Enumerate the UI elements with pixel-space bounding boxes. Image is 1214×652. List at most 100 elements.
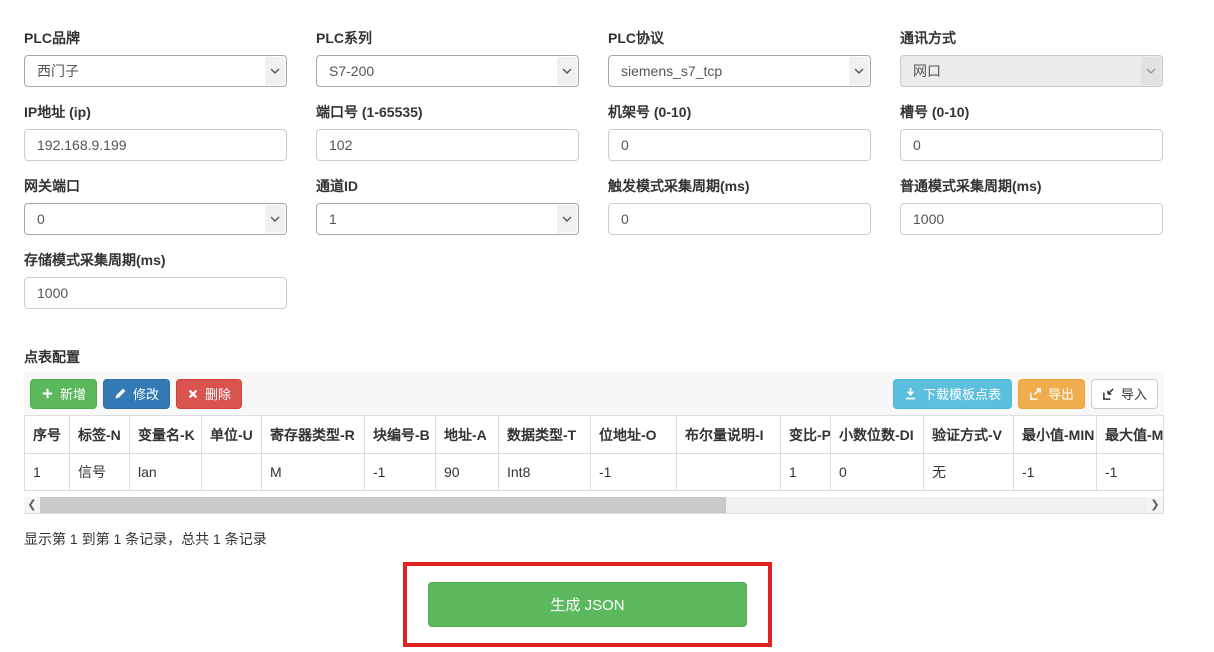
delete-button-label: 删除 xyxy=(205,384,231,403)
scrollbar-thumb[interactable] xyxy=(40,497,726,513)
plc-series-value: S7-200 xyxy=(329,63,374,79)
download-template-label: 下载模板点表 xyxy=(923,384,1001,403)
col-header-index: 序号 xyxy=(25,416,70,454)
form-group-comm-method: 通讯方式 网口 xyxy=(900,28,1163,87)
col-header-bitaddress: 位地址-O xyxy=(591,416,677,454)
cell-validation: 无 xyxy=(924,454,1014,491)
table-header-row: 序号 标签-N 变量名-K 单位-U 寄存器类型-R 块编号-B 地址-A 数据… xyxy=(25,416,1165,454)
add-button[interactable]: 新增 xyxy=(30,379,97,409)
form-group-plc-protocol: PLC协议 siemens_s7_tcp xyxy=(608,28,871,87)
col-header-blockno: 块编号-B xyxy=(365,416,436,454)
form-group-plc-brand: PLC品牌 西门子 xyxy=(24,28,287,87)
ip-address-input[interactable] xyxy=(24,129,287,161)
chevron-down-icon xyxy=(265,57,285,85)
plus-icon xyxy=(41,387,54,400)
form-group-port: 端口号 (1-65535) xyxy=(316,102,579,161)
chevron-down-icon xyxy=(557,205,577,233)
plc-connection-form: PLC品牌 西门子 PLC系列 S7-200 PLC协议 siemens_s7_… xyxy=(24,28,1164,309)
point-table-toolbar: 新增 修改 删除 下载模板点表 导出 xyxy=(24,372,1164,415)
horizontal-scrollbar[interactable]: ❮ ❯ xyxy=(24,497,1163,513)
form-group-ip-address: IP地址 (ip) xyxy=(24,102,287,161)
form-group-trigger-period: 触发模式采集周期(ms) xyxy=(608,176,871,235)
export-button[interactable]: 导出 xyxy=(1018,379,1085,409)
chevron-down-icon xyxy=(849,57,869,85)
x-icon xyxy=(187,388,199,400)
form-group-rack-number: 机架号 (0-10) xyxy=(608,102,871,161)
comm-method-label: 通讯方式 xyxy=(900,28,1163,48)
cell-min: -1 xyxy=(1014,454,1097,491)
download-icon xyxy=(904,387,917,400)
form-group-plc-series: PLC系列 S7-200 xyxy=(316,28,579,87)
storage-period-input[interactable] xyxy=(24,277,287,309)
pencil-icon xyxy=(114,387,127,400)
slot-number-label: 槽号 (0-10) xyxy=(900,102,1163,122)
rack-number-input[interactable] xyxy=(608,129,871,161)
delete-button[interactable]: 删除 xyxy=(176,379,242,409)
gateway-port-select[interactable]: 0 xyxy=(24,203,287,235)
trigger-period-label: 触发模式采集周期(ms) xyxy=(608,176,871,196)
col-header-max: 最大值-MAX xyxy=(1097,416,1165,454)
port-label: 端口号 (1-65535) xyxy=(316,102,579,122)
col-header-varname: 变量名-K xyxy=(130,416,202,454)
import-button-label: 导入 xyxy=(1121,384,1147,403)
table-row[interactable]: 1 信号 lan M -1 90 Int8 -1 1 0 无 -1 -1 xyxy=(25,454,1165,491)
plc-protocol-value: siemens_s7_tcp xyxy=(621,63,722,79)
point-table-title: 点表配置 xyxy=(24,347,80,367)
slot-number-input[interactable] xyxy=(900,129,1163,161)
form-group-gateway-port: 网关端口 0 xyxy=(24,176,287,235)
gateway-port-value: 0 xyxy=(37,211,45,227)
plc-series-select[interactable]: S7-200 xyxy=(316,55,579,87)
channel-id-value: 1 xyxy=(329,211,337,227)
plc-brand-label: PLC品牌 xyxy=(24,28,287,48)
col-header-min: 最小值-MIN xyxy=(1014,416,1097,454)
scrollbar-track[interactable] xyxy=(40,497,1147,513)
plc-config-page: PLC品牌 西门子 PLC系列 S7-200 PLC协议 siemens_s7_… xyxy=(0,0,1214,652)
trigger-period-input[interactable] xyxy=(608,203,871,235)
form-group-storage-period: 存储模式采集周期(ms) xyxy=(24,250,287,309)
form-group-slot-number: 槽号 (0-10) xyxy=(900,102,1163,161)
edit-button[interactable]: 修改 xyxy=(103,379,170,409)
cell-blockno: -1 xyxy=(365,454,436,491)
plc-brand-select[interactable]: 西门子 xyxy=(24,55,287,87)
scroll-right-arrow-icon[interactable]: ❯ xyxy=(1147,497,1163,513)
point-table: 序号 标签-N 变量名-K 单位-U 寄存器类型-R 块编号-B 地址-A 数据… xyxy=(24,415,1164,491)
download-template-button[interactable]: 下载模板点表 xyxy=(893,379,1012,409)
col-header-regtype: 寄存器类型-R xyxy=(262,416,365,454)
edit-button-label: 修改 xyxy=(133,384,159,403)
plc-brand-value: 西门子 xyxy=(37,61,79,81)
plc-series-label: PLC系列 xyxy=(316,28,579,48)
port-input[interactable] xyxy=(316,129,579,161)
form-group-channel-id: 通道ID 1 xyxy=(316,176,579,235)
cell-varname: lan xyxy=(130,454,202,491)
plc-protocol-select[interactable]: siemens_s7_tcp xyxy=(608,55,871,87)
cell-address: 90 xyxy=(436,454,499,491)
col-header-tag: 标签-N xyxy=(70,416,130,454)
storage-period-label: 存储模式采集周期(ms) xyxy=(24,250,287,270)
generate-json-button[interactable]: 生成 JSON xyxy=(428,582,747,627)
add-button-label: 新增 xyxy=(60,384,86,403)
import-icon xyxy=(1102,387,1115,400)
col-header-decimals: 小数位数-DI xyxy=(831,416,924,454)
rack-number-label: 机架号 (0-10) xyxy=(608,102,871,122)
normal-period-input[interactable] xyxy=(900,203,1163,235)
form-group-normal-period: 普通模式采集周期(ms) xyxy=(900,176,1163,235)
cell-max: -1 xyxy=(1097,454,1165,491)
cell-unit xyxy=(202,454,262,491)
cell-booldesc xyxy=(677,454,781,491)
pagination-info: 显示第 1 到第 1 条记录，总共 1 条记录 xyxy=(24,529,267,549)
col-header-address: 地址-A xyxy=(436,416,499,454)
chevron-down-icon xyxy=(1141,57,1161,85)
col-header-validation: 验证方式-V xyxy=(924,416,1014,454)
cell-index: 1 xyxy=(25,454,70,491)
cell-tag: 信号 xyxy=(70,454,130,491)
import-button[interactable]: 导入 xyxy=(1091,379,1158,409)
channel-id-select[interactable]: 1 xyxy=(316,203,579,235)
cell-datatype: Int8 xyxy=(499,454,591,491)
export-button-label: 导出 xyxy=(1048,384,1074,403)
cell-regtype: M xyxy=(262,454,365,491)
cell-ratio: 1 xyxy=(781,454,831,491)
col-header-ratio: 变比-P xyxy=(781,416,831,454)
plc-protocol-label: PLC协议 xyxy=(608,28,871,48)
scroll-left-arrow-icon[interactable]: ❮ xyxy=(24,497,40,513)
ip-address-label: IP地址 (ip) xyxy=(24,102,287,122)
